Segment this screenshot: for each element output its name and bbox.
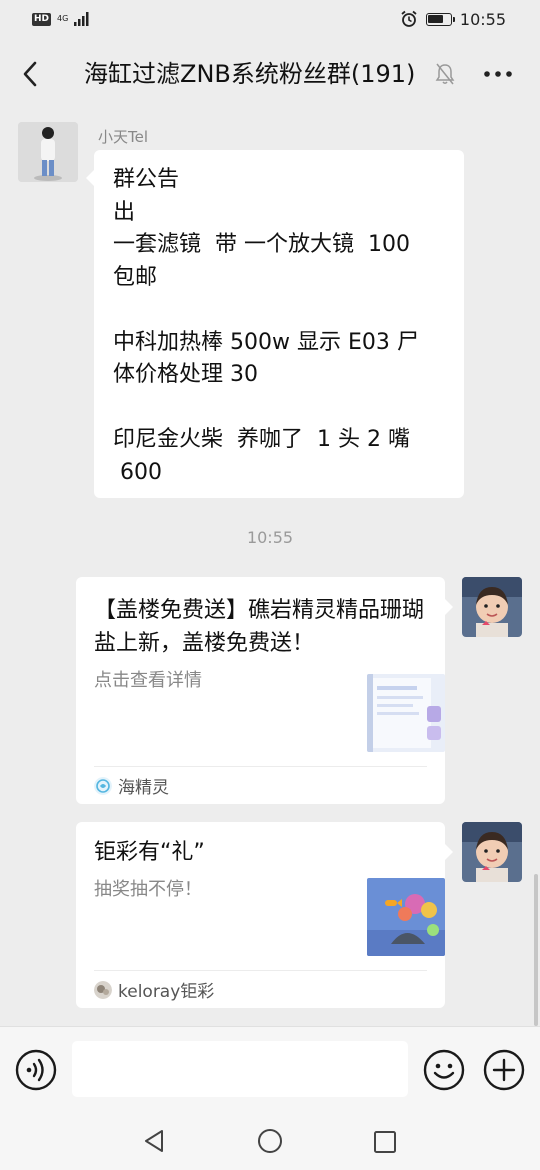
more-functions-button[interactable] (483, 1049, 525, 1095)
message-line: 出 (113, 199, 136, 225)
message-line (113, 392, 446, 425)
avatar-image (462, 822, 522, 882)
message-input[interactable] (72, 1041, 408, 1097)
my-avatar[interactable] (462, 822, 522, 882)
card-source-name: 海精灵 (118, 778, 169, 798)
message-line: 中科加热棒 500w 显示 E03 尸 (113, 329, 419, 355)
status-left: HD 4G (32, 12, 90, 26)
nav-home-icon (258, 1129, 282, 1153)
nav-back-icon (145, 1130, 163, 1152)
card-source: 海精灵 (94, 766, 427, 804)
sender-avatar[interactable] (18, 122, 78, 182)
message-line: 体价格处理 30 (113, 362, 258, 387)
message-line: 600 (113, 459, 162, 485)
scrollbar[interactable] (534, 874, 538, 1026)
card-thumbnail (367, 878, 445, 956)
plus-circle-icon (483, 1049, 525, 1091)
signal-icon (74, 12, 89, 26)
card-thumbnail (367, 674, 445, 752)
emoji-icon (423, 1049, 465, 1091)
system-navigation (0, 1112, 540, 1170)
nav-recents-icon (374, 1131, 396, 1153)
message-line: 包邮 (113, 264, 158, 290)
announcement-bubble[interactable]: 群公告 出 一套滤镜 带 一个放大镜 100 包邮 中科加热棒 500w 显示 … (86, 150, 464, 498)
battery-icon (425, 12, 455, 26)
sender-name: 小天Tel (98, 128, 149, 146)
network-type: 4G (57, 14, 69, 23)
voice-button[interactable] (15, 1049, 57, 1095)
chat-title: 海缸过滤ZNB系统粉丝群(191) (84, 60, 416, 88)
battery-fill (428, 15, 444, 23)
voice-icon (15, 1049, 57, 1091)
avatar-image (462, 577, 522, 637)
avatar-image (18, 122, 78, 182)
card-title: 【盖楼免费送】礁岩精灵精品珊瑚盐上新，盖楼免费送！ (94, 598, 425, 656)
miniprogram-icon (94, 980, 112, 999)
back-button[interactable] (16, 56, 44, 92)
emoji-button[interactable] (423, 1049, 465, 1095)
link-card[interactable]: 钜彩有“礼” 抽奖抽不停！ keloray钜彩 (76, 822, 453, 1008)
nav-home-button[interactable] (257, 1128, 283, 1158)
alarm-icon (401, 10, 417, 27)
input-bar (0, 1026, 540, 1112)
bell-off-icon (435, 63, 455, 85)
chat-screen: HD 4G 10:55 海缸过滤ZNB系统粉丝群(191) 小天Tel 群公告 … (0, 0, 540, 1170)
hd-badge: HD (32, 12, 52, 26)
card-title: 钜彩有“礼” (94, 840, 205, 865)
chat-header: 海缸过滤ZNB系统粉丝群(191) (0, 38, 540, 110)
message-line: 群公告 (113, 167, 180, 192)
status-bar: HD 4G 10:55 (0, 0, 540, 38)
more-button[interactable] (480, 58, 516, 90)
message-line (113, 294, 446, 327)
message-timestamp: 10:55 (246, 528, 294, 547)
message-line: 一套滤镜 带 一个放大镜 100 (113, 232, 410, 257)
message-line: 印尼金火柴 养咖了 1 头 2 嘴 (113, 427, 410, 452)
nav-recents-button[interactable] (373, 1130, 397, 1158)
link-card[interactable]: 【盖楼免费送】礁岩精灵精品珊瑚盐上新，盖楼免费送！ 点击查看详情 海精灵 (76, 577, 453, 804)
status-right: 10:55 (400, 10, 506, 29)
chevron-left-icon (23, 61, 37, 87)
status-time: 10:55 (459, 9, 506, 29)
my-avatar[interactable] (462, 577, 522, 637)
nav-back-button[interactable] (142, 1128, 166, 1158)
miniprogram-icon (94, 776, 112, 795)
card-source: keloray钜彩 (94, 970, 427, 1008)
more-dots-icon (484, 71, 512, 77)
card-source-name: keloray钜彩 (118, 982, 215, 1002)
